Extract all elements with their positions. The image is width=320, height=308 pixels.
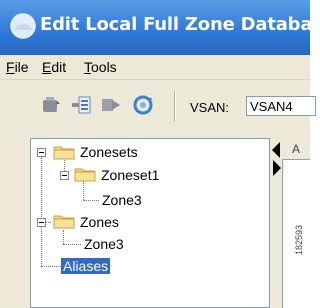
tree-node-zone3[interactable]: Zone3 bbox=[84, 236, 124, 252]
tree-line bbox=[63, 230, 64, 244]
tree-node-zonesets[interactable]: Zonesets bbox=[80, 144, 138, 160]
tree-node-zone3[interactable]: Zone3 bbox=[102, 192, 142, 208]
collapse-left-arrow-icon[interactable] bbox=[272, 142, 280, 158]
detail-pane bbox=[282, 138, 311, 308]
menu-edit[interactable]: Edit bbox=[42, 59, 66, 75]
toolbar: VSAN: VSAN4 bbox=[0, 80, 316, 130]
folder-icon bbox=[74, 168, 96, 182]
insert-icon[interactable] bbox=[70, 94, 92, 116]
tree-line bbox=[41, 222, 42, 266]
menu-file[interactable]: File bbox=[6, 59, 29, 75]
figure-watermark: 182593 bbox=[294, 224, 304, 255]
toolbar-separator bbox=[174, 90, 176, 122]
menu-tools[interactable]: Tools bbox=[84, 59, 117, 75]
delete-icon[interactable] bbox=[40, 94, 62, 116]
tree-node-aliases[interactable]: Aliases bbox=[61, 258, 111, 274]
expand-right-arrow-icon[interactable] bbox=[273, 160, 281, 176]
folder-icon bbox=[53, 215, 75, 229]
column-header[interactable]: A bbox=[282, 138, 310, 160]
vsan-label: VSAN: bbox=[190, 100, 230, 115]
refresh-icon[interactable] bbox=[132, 94, 154, 116]
tree-line bbox=[83, 181, 84, 200]
tree-line bbox=[41, 266, 61, 267]
collapse-toggle-zoneset1[interactable] bbox=[60, 171, 69, 180]
vsan-select[interactable]: VSAN4 bbox=[246, 96, 316, 116]
folder-icon bbox=[53, 146, 75, 160]
title-bar: Edit Local Full Zone Database bbox=[0, 0, 320, 55]
tree-node-zones[interactable]: Zones bbox=[80, 214, 119, 230]
app-icon bbox=[10, 13, 36, 39]
collapse-toggle-zonesets[interactable] bbox=[37, 148, 46, 157]
tree-line bbox=[63, 244, 81, 245]
tree-line bbox=[41, 157, 42, 223]
menu-bar: File Edit Tools bbox=[0, 55, 310, 80]
collapse-toggle-zones[interactable] bbox=[37, 218, 46, 227]
tree-node-zoneset1[interactable]: Zoneset1 bbox=[101, 167, 159, 183]
window-title: Edit Local Full Zone Database bbox=[40, 14, 320, 35]
forward-icon[interactable] bbox=[100, 94, 122, 116]
tree-line bbox=[83, 200, 99, 201]
